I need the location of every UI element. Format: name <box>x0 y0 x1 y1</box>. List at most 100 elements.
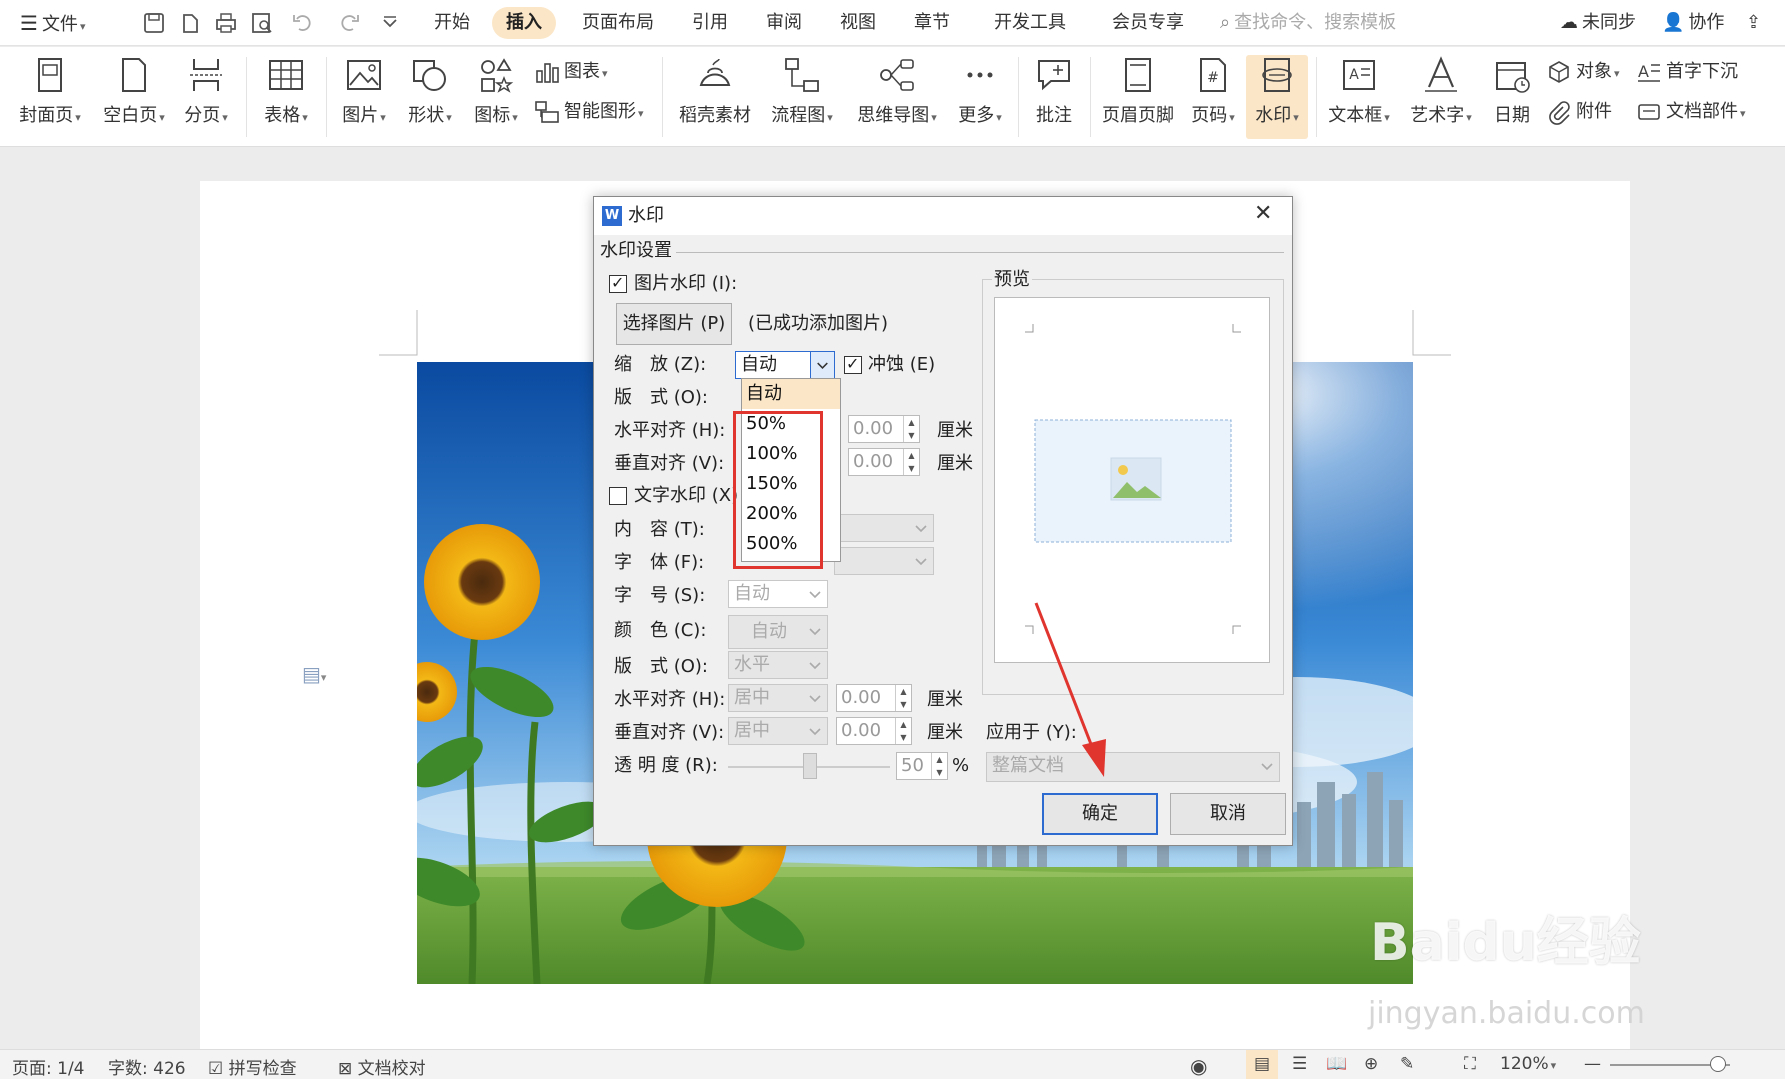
table-button[interactable]: 表格 ▾ <box>256 55 316 127</box>
chevron-down-icon <box>809 591 821 599</box>
cancel-button[interactable]: 取消 <box>1170 793 1286 835</box>
highlight-box-annotation <box>733 411 823 569</box>
material-button[interactable]: 稻壳素材 <box>672 55 758 127</box>
chevron-down-icon: ▾ <box>75 111 81 124</box>
word-count[interactable]: 字数: 426 <box>108 1054 186 1079</box>
command-search[interactable]: ⌕ 查找命令、搜索模板 <box>1220 9 1450 37</box>
file-menu[interactable]: ☰ 文件 ▾ <box>20 0 85 46</box>
proofread-button[interactable]: ⊠ 文档校对 <box>338 1054 426 1079</box>
save-icon[interactable] <box>140 9 168 37</box>
page-indicator[interactable]: 页面: 1/4 <box>12 1054 85 1079</box>
select-picture-button[interactable]: 选择图片 (P) <box>616 303 732 345</box>
ribbon-divider <box>1316 57 1317 137</box>
write-view-icon[interactable]: ✎ <box>1400 1054 1414 1074</box>
tab-insert[interactable]: 插入 <box>492 7 556 39</box>
picture-watermark-checkbox[interactable]: ✓ <box>609 273 627 293</box>
chevron-down-icon <box>915 525 927 533</box>
transparency-input[interactable]: 50 ▲ ▼ <box>896 752 948 780</box>
reading-view-icon[interactable]: 📖 <box>1326 1054 1347 1074</box>
scale-select[interactable]: 自动 <box>735 351 835 379</box>
customize-toolbar-icon[interactable] <box>376 9 404 37</box>
spin-arrows-icon[interactable]: ▲ ▼ <box>895 718 911 744</box>
size-select[interactable]: 自动 <box>728 580 828 608</box>
dropcap-button[interactable]: A 首字下沉 <box>1636 57 1738 87</box>
tab-section[interactable]: 章节 <box>914 0 950 46</box>
text-valign-offset-input[interactable]: 0.00 ▲ ▼ <box>836 717 912 745</box>
text-valign-select[interactable]: 居中 <box>728 717 828 745</box>
object-button[interactable]: 对象 ▾ <box>1546 57 1620 87</box>
tab-page-layout[interactable]: 页面布局 <box>582 0 654 46</box>
collab-button[interactable]: 👤 协作 <box>1662 0 1724 46</box>
ok-button[interactable]: 确定 <box>1042 793 1158 835</box>
scale-option[interactable]: 自动 <box>742 379 840 409</box>
chart-button[interactable]: 图表 ▾ <box>534 57 608 87</box>
color-select[interactable]: 自动 <box>728 615 828 649</box>
spell-check-button[interactable]: ☑ 拼写检查 <box>208 1054 297 1079</box>
shape-button[interactable]: 形状 ▾ <box>400 55 460 127</box>
font-select[interactable] <box>834 547 934 575</box>
textbox-button[interactable]: A 文本框 ▾ <box>1322 55 1396 127</box>
sync-status[interactable]: ☁ 未同步 <box>1560 0 1636 46</box>
print-preview-icon[interactable] <box>248 9 276 37</box>
chevron-down-icon <box>809 662 821 670</box>
spin-arrows-icon[interactable]: ▲ ▼ <box>895 685 911 711</box>
watermark-button[interactable]: 水印 ▾ <box>1246 55 1308 139</box>
transparency-slider-thumb[interactable] <box>803 753 817 779</box>
comment-button[interactable]: 批注 <box>1026 55 1082 127</box>
text-layout-select[interactable]: 水平 <box>728 651 828 679</box>
date-button[interactable]: 日期 <box>1484 55 1540 127</box>
unit-label: 厘米 <box>927 722 963 743</box>
spin-arrows-icon[interactable]: ▲ ▼ <box>903 416 919 442</box>
cover-page-button[interactable]: 封面页 ▾ <box>12 55 88 127</box>
print-icon[interactable] <box>212 9 240 37</box>
eye-protection-icon[interactable]: ◉ <box>1190 1054 1207 1078</box>
text-halign-select[interactable]: 居中 <box>728 684 828 712</box>
zoom-slider-thumb[interactable] <box>1710 1056 1726 1072</box>
flowchart-icon <box>785 58 819 92</box>
fit-page-icon[interactable]: ⛶ <box>1464 1054 1476 1074</box>
zoom-out-icon[interactable]: — <box>1584 1054 1601 1074</box>
docparts-button[interactable]: 文档部件 ▾ <box>1636 97 1746 127</box>
content-select[interactable] <box>834 514 934 542</box>
header-footer-button[interactable]: 页眉页脚 <box>1096 55 1180 127</box>
flowchart-button[interactable]: 流程图 ▾ <box>764 55 840 127</box>
close-icon[interactable]: ✕ <box>1254 201 1272 226</box>
attachment-button[interactable]: 附件 <box>1546 97 1612 127</box>
page-break-button[interactable]: 分页 ▾ <box>178 55 234 127</box>
halign-offset-input[interactable]: 0.00 ▲ ▼ <box>848 415 920 443</box>
text-halign-offset-input[interactable]: 0.00 ▲ ▼ <box>836 684 912 712</box>
tab-references[interactable]: 引用 <box>692 0 728 46</box>
text-watermark-checkbox[interactable] <box>609 487 627 505</box>
wordart-button[interactable]: 艺术字 ▾ <box>1404 55 1478 127</box>
icon-button[interactable]: 图标 ▾ <box>466 55 526 127</box>
tab-review[interactable]: 审阅 <box>766 0 802 46</box>
svg-text:A: A <box>1638 62 1649 81</box>
page-number-button[interactable]: # 页码 ▾ <box>1184 55 1242 127</box>
chevron-down-icon: ▾ <box>931 111 937 124</box>
spin-arrows-icon[interactable]: ▲ ▼ <box>931 753 947 779</box>
outline-view-icon[interactable]: ☰ <box>1292 1054 1307 1074</box>
tab-member[interactable]: 会员专享 <box>1112 0 1184 46</box>
web-view-icon[interactable]: ⊕ <box>1364 1054 1378 1074</box>
spin-arrows-icon[interactable]: ▲ ▼ <box>903 449 919 475</box>
export-pdf-icon[interactable] <box>176 9 204 37</box>
tab-view[interactable]: 视图 <box>840 0 876 46</box>
valign-offset-input[interactable]: 0.00 ▲ ▼ <box>848 448 920 476</box>
text-watermark-label: 文字水印 (X) <box>634 485 739 506</box>
share-icon[interactable]: ⇪ <box>1746 0 1761 46</box>
tab-developer[interactable]: 开发工具 <box>994 0 1066 46</box>
redo-icon[interactable] <box>336 9 364 37</box>
undo-icon[interactable] <box>288 9 316 37</box>
smartart-button[interactable]: 智能图形 ▾ <box>534 97 644 127</box>
zoom-level[interactable]: 120% ▾ <box>1500 1054 1556 1074</box>
unit-label: 厘米 <box>937 453 973 474</box>
more-button[interactable]: 更多 ▾ <box>950 55 1010 127</box>
blank-page-button[interactable]: 空白页 ▾ <box>96 55 172 127</box>
object-icon <box>1549 61 1569 83</box>
paragraph-layout-icon[interactable]: ▤▾ <box>302 662 326 686</box>
mindmap-button[interactable]: 思维导图 ▾ <box>850 55 944 127</box>
washout-checkbox[interactable]: ✓ <box>844 354 862 374</box>
page-view-icon[interactable]: ▤ <box>1246 1050 1278 1079</box>
tab-home[interactable]: 开始 <box>434 0 470 46</box>
picture-button[interactable]: 图片 ▾ <box>334 55 394 127</box>
